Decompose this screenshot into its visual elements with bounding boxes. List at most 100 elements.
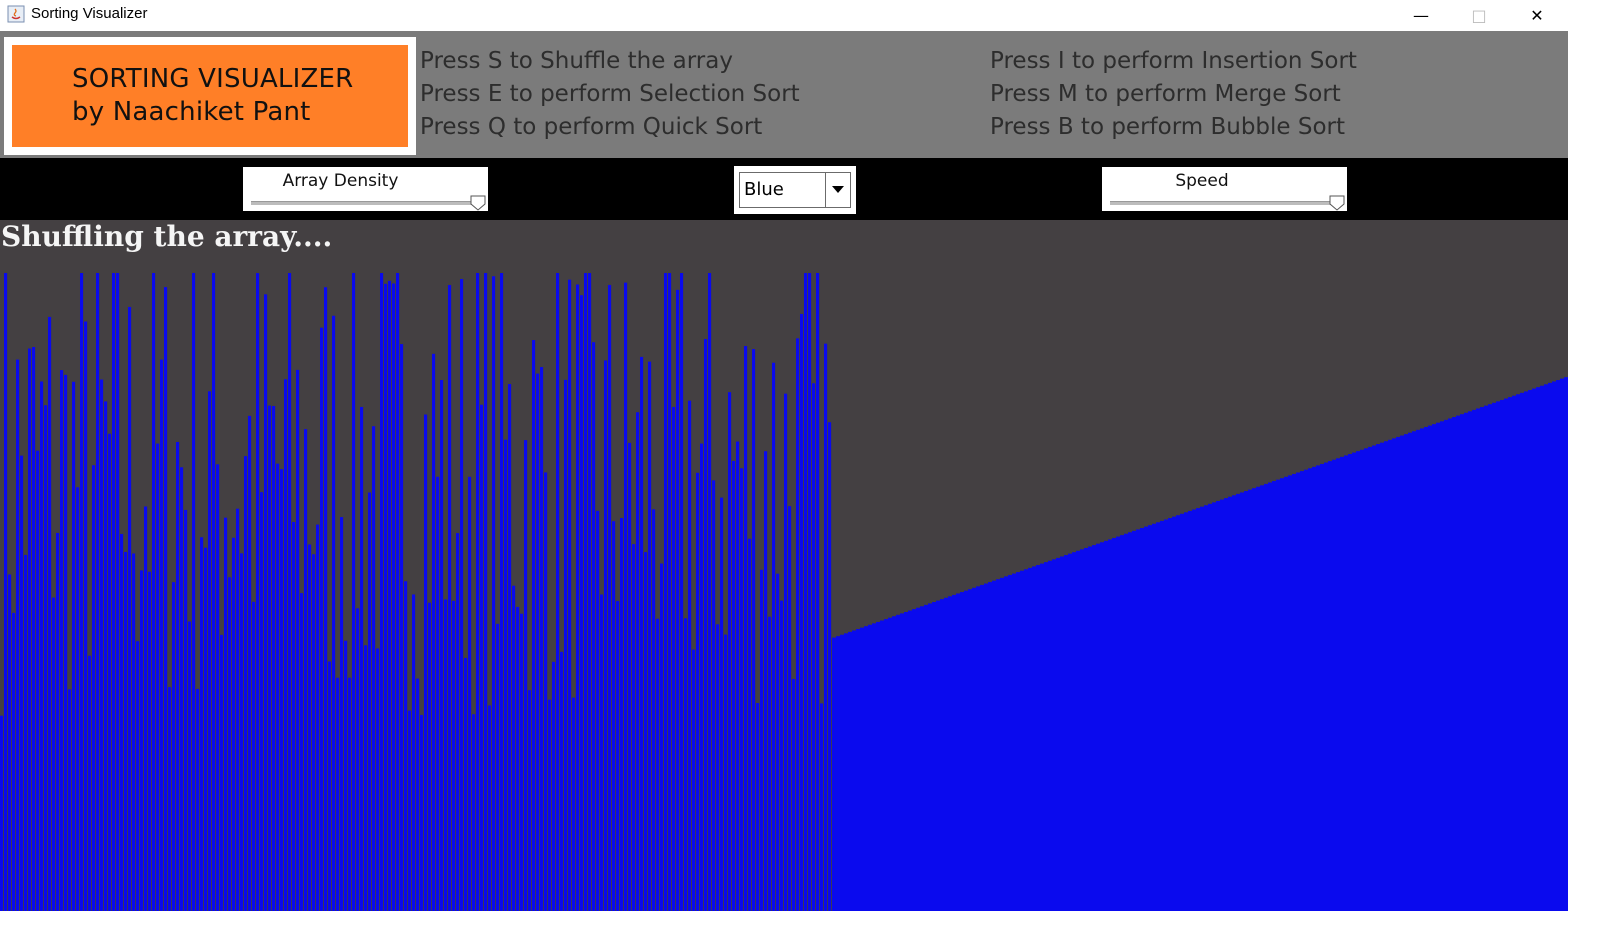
array-bar [568,279,572,911]
array-bar [1256,486,1261,911]
array-bar [1180,513,1185,911]
array-bar [400,344,404,911]
array-bar [940,599,945,911]
array-bar [256,273,260,911]
array-bar [632,544,636,911]
array-bar [1460,414,1465,911]
array-bar [1020,570,1025,911]
array-bar [1204,505,1209,911]
color-select-field[interactable]: Blue [739,172,851,208]
array-density-track[interactable] [251,201,481,205]
speed-thumb[interactable] [1329,195,1345,211]
array-bar [104,401,108,911]
array-bar [1224,498,1229,911]
array-bar [916,607,921,911]
close-button[interactable]: ✕ [1508,0,1566,31]
minimize-icon: — [1413,6,1429,25]
array-bar [524,440,528,911]
array-bar [552,661,556,911]
array-bar [1084,547,1089,911]
array-bar [536,373,540,911]
array-bar [392,283,396,911]
array-bar [184,509,188,911]
array-bar [1440,421,1445,911]
array-bar [296,369,300,911]
array-bar [196,688,200,911]
array-bar [572,697,576,911]
maximize-button[interactable]: □ [1450,0,1508,31]
instruction-shuffle: Press S to Shuffle the array [420,48,733,74]
array-bar [1444,419,1449,911]
array-bar [1280,478,1285,911]
array-bar [832,637,837,911]
array-bar [804,273,808,911]
array-bar [980,584,985,911]
array-bar [708,273,712,911]
array-bar [164,287,168,911]
dropdown-button[interactable] [825,173,850,207]
array-bar [884,619,889,911]
array-bar [1124,533,1129,911]
array-bar [460,279,464,911]
array-bar [1536,387,1541,911]
array-bar [456,533,460,911]
array-bar [908,610,913,911]
array-bar [244,456,248,911]
array-bar [1532,388,1537,911]
array-bar [696,472,700,911]
array-bar [1148,525,1153,911]
array-bar [84,321,88,911]
array-density-thumb[interactable] [470,195,486,211]
array-bar [1396,436,1401,911]
app-logo: SORTING VISUALIZER by Naachiket Pant [12,45,408,147]
array-bar [1080,549,1085,911]
array-bar [328,661,332,911]
array-bar [1276,479,1281,911]
array-bar [1408,432,1413,911]
array-bar [420,714,424,911]
array-bar [1032,566,1037,911]
array-bar [380,273,384,911]
color-select[interactable]: Blue [734,166,856,214]
array-bar [1320,463,1325,911]
array-bar [840,634,845,911]
speed-slider[interactable]: Speed [1102,167,1347,211]
array-bar [1388,439,1393,911]
array-bar [892,616,897,911]
array-bar [792,678,796,911]
array-bar [776,573,780,911]
array-bar [144,506,148,911]
array-bar [1548,382,1553,911]
array-bar [596,510,600,911]
array-bar [416,678,420,911]
speed-track[interactable] [1110,201,1340,205]
array-density-slider[interactable]: Array Density [243,167,488,211]
minimize-button[interactable]: — [1392,0,1450,31]
array-bar [1468,411,1473,911]
array-bar [1552,381,1557,911]
array-bar [444,599,448,911]
array-bar [1052,559,1057,911]
array-bar [848,631,853,911]
array-bar [528,690,532,911]
array-bar [1312,466,1317,911]
array-bar [344,640,348,911]
array-bar [1132,530,1137,911]
array-bar [1364,448,1369,911]
array-bar [96,273,100,911]
instructions-right: Press I to perform Insertion Sort Press … [990,45,1357,144]
array-bar [896,614,901,911]
array-bar [612,521,616,911]
array-bar [1288,475,1293,911]
array-bar [136,641,140,911]
array-bar [976,586,981,911]
array-bar [768,616,772,911]
array-bar [800,313,804,911]
instruction-selection-sort: Press E to perform Selection Sort [420,81,800,107]
array-bar [1496,401,1501,911]
array-bar [640,356,644,911]
array-bar [1036,565,1041,911]
array-bar [68,689,72,911]
array-bar [292,522,296,911]
array-bar [1456,415,1461,911]
